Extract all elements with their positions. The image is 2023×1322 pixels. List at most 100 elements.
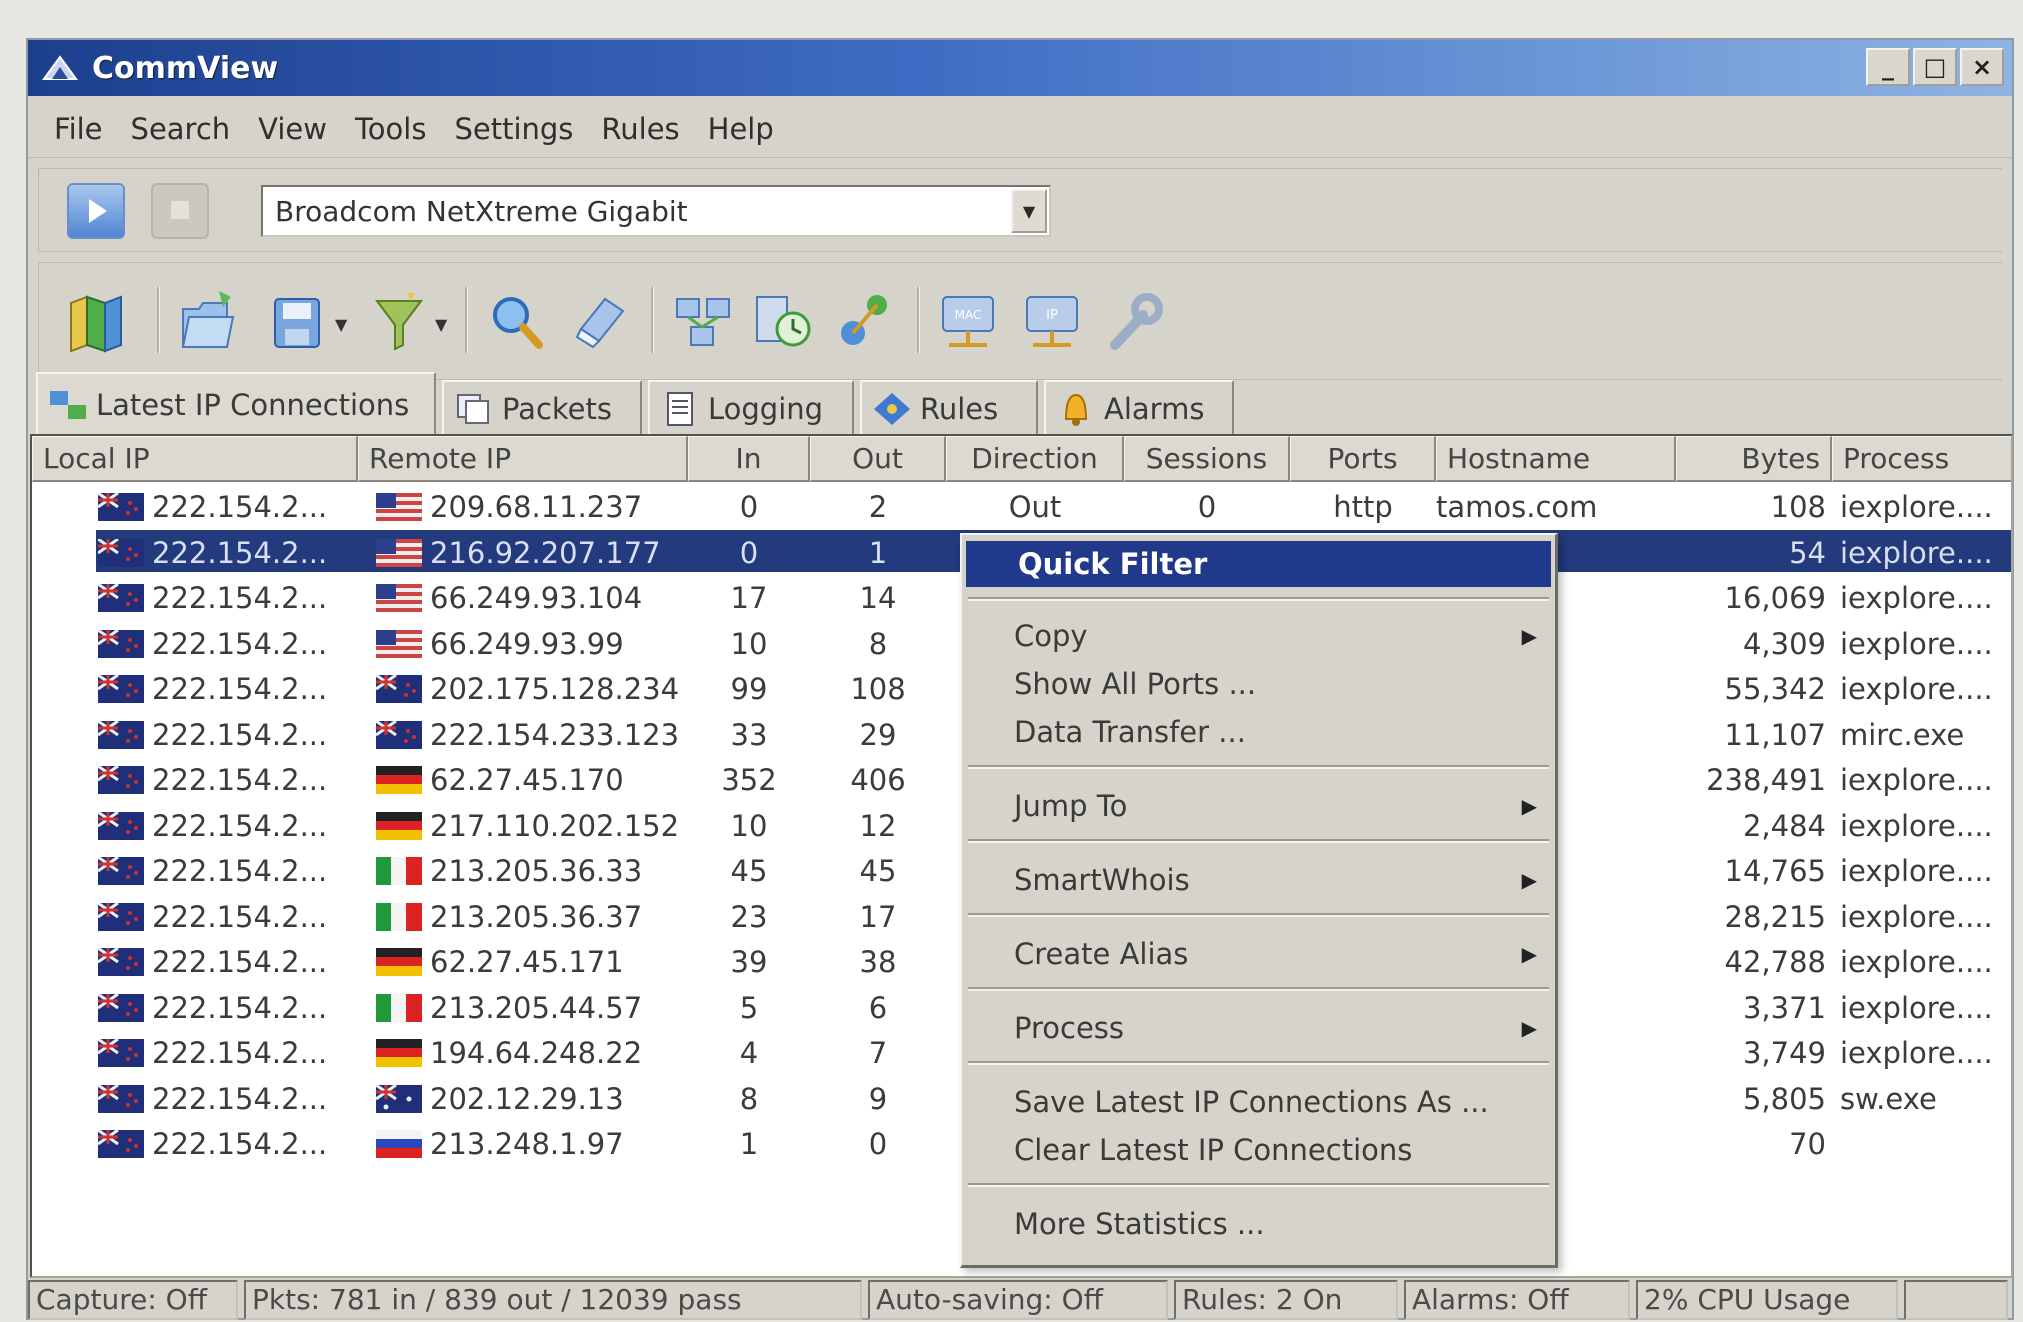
cell-local-ip: 222.154.2... <box>152 626 328 661</box>
flag-nz-icon <box>98 1130 144 1158</box>
cell-in: 23 <box>730 899 768 934</box>
eraser-icon[interactable] <box>567 285 633 357</box>
search-icon[interactable] <box>483 285 549 357</box>
cell-bytes: 5,805 <box>1742 1081 1826 1116</box>
flag-nz-icon <box>98 993 144 1022</box>
capture-toolbar: Broadcom NetXtreme Gigabit ▼ <box>38 168 2002 252</box>
title-bar[interactable]: CommView _ □ × <box>28 40 2012 96</box>
table-row[interactable]: 222.154.2... 209.68.11.237 0 2 Out 0 http tamos… <box>32 484 2011 530</box>
network-icon[interactable] <box>831 285 897 357</box>
tab-latest-ip-connections[interactable]: Latest IP Connections <box>36 372 436 436</box>
cell-local-ip: 222.154.2... <box>152 1081 328 1116</box>
menu-item-process[interactable]: Process ▶ <box>962 1005 1555 1051</box>
menu-help[interactable]: Help <box>708 112 774 146</box>
maximize-button[interactable]: □ <box>1913 48 1957 86</box>
menu-item-jump-to[interactable]: Jump To ▶ <box>962 783 1555 829</box>
menu-tools[interactable]: Tools <box>355 112 426 146</box>
cell-remote-ip: 213.205.44.57 <box>430 990 643 1025</box>
column-header-local-ip[interactable]: Local IP <box>32 436 358 482</box>
chevron-down-icon[interactable]: ▼ <box>1011 189 1047 233</box>
menu-item-more-statistics[interactable]: More Statistics ... <box>962 1201 1555 1247</box>
flag-nz-icon <box>376 675 422 703</box>
status-packets: Pkts: 781 in / 839 out / 12039 pass <box>244 1280 862 1320</box>
cell-local-ip: 222.154.2... <box>152 899 328 934</box>
cell-out: 2 <box>868 490 888 524</box>
menu-item-clear[interactable]: Clear Latest IP Connections <box>962 1127 1555 1173</box>
cell-in: 33 <box>730 717 768 752</box>
packets-icon <box>457 394 489 424</box>
minimize-button[interactable]: _ <box>1866 48 1910 86</box>
menu-item-create-alias[interactable]: Create Alias ▶ <box>962 931 1555 977</box>
column-header-in[interactable]: In <box>688 436 810 482</box>
tab-logging[interactable]: Logging <box>648 380 854 436</box>
column-header-remote-ip[interactable]: Remote IP <box>358 436 688 482</box>
map-icon[interactable] <box>63 285 129 357</box>
menu-settings[interactable]: Settings <box>454 112 573 146</box>
menu-bar: File Search View Tools Settings Rules He… <box>28 100 2012 158</box>
cell-bytes: 4,309 <box>1742 626 1826 661</box>
menu-item-save-as[interactable]: Save Latest IP Connections As ... <box>962 1079 1555 1125</box>
menu-item-data-transfer[interactable]: Data Transfer ... <box>962 709 1555 755</box>
cell-bytes: 3,749 <box>1742 1036 1826 1070</box>
cell-out: 0 <box>868 1127 888 1161</box>
ip-alias-icon[interactable]: IP <box>1019 285 1085 357</box>
menu-item-copy[interactable]: Copy ▶ <box>962 613 1555 659</box>
open-folder-icon[interactable] <box>175 285 241 357</box>
column-header-direction[interactable]: Direction <box>946 436 1124 482</box>
save-icon[interactable] <box>265 285 331 357</box>
flag-nz-icon <box>98 857 144 885</box>
flag-nz-icon <box>98 811 144 840</box>
node-map-icon[interactable] <box>671 285 737 357</box>
column-header-process[interactable]: Process <box>1832 436 2011 482</box>
tab-label: Alarms <box>1104 392 1205 426</box>
column-header-out[interactable]: Out <box>810 436 946 482</box>
stop-capture-button[interactable] <box>151 183 209 239</box>
flag-nz-icon <box>98 1084 144 1113</box>
menu-view[interactable]: View <box>258 112 327 146</box>
cell-remote-ip: 66.249.93.104 <box>430 581 643 615</box>
menu-file[interactable]: File <box>54 112 103 146</box>
menu-rules[interactable]: Rules <box>601 112 679 146</box>
column-header-bytes[interactable]: Bytes <box>1676 436 1832 482</box>
cell-process: iexplore.... <box>1840 899 1993 934</box>
status-cpu: 2% CPU Usage <box>1636 1280 1898 1320</box>
flag-nz-icon <box>98 538 144 567</box>
column-header-sessions[interactable]: Sessions <box>1124 436 1290 482</box>
start-capture-button[interactable] <box>67 183 125 239</box>
filter-icon[interactable] <box>367 285 433 357</box>
menu-search[interactable]: Search <box>131 112 231 146</box>
column-header-ports[interactable]: Ports <box>1290 436 1436 482</box>
cell-out: 108 <box>850 672 906 706</box>
logging-icon <box>667 392 693 426</box>
tab-alarms[interactable]: Alarms <box>1044 380 1234 436</box>
menu-item-smartwhois[interactable]: SmartWhois ▶ <box>962 857 1555 903</box>
tab-rules[interactable]: Rules <box>860 380 1038 436</box>
cell-out: 12 <box>859 808 897 843</box>
wrench-icon[interactable] <box>1103 285 1169 357</box>
cell-out: 29 <box>859 717 897 752</box>
cell-process <box>1840 1121 2011 1167</box>
menu-item-label: Show All Ports ... <box>1014 667 1257 701</box>
flag-it-icon <box>376 993 422 1022</box>
tab-packets[interactable]: Packets <box>442 380 642 436</box>
cell-out: 8 <box>868 626 888 661</box>
menu-item-label: Clear Latest IP Connections <box>1014 1133 1413 1167</box>
cell-bytes: 108 <box>1770 490 1826 524</box>
cell-bytes: 55,342 <box>1724 672 1826 706</box>
filter-dropdown-chevron-icon[interactable]: ▼ <box>435 315 447 334</box>
tab-label: Packets <box>502 392 612 426</box>
mac-alias-icon[interactable]: MAC <box>935 285 1001 357</box>
menu-item-quick-filter[interactable]: Quick Filter <box>966 541 1551 587</box>
save-dropdown-chevron-icon[interactable]: ▼ <box>335 315 347 334</box>
menu-item-show-all-ports[interactable]: Show All Ports ... <box>962 661 1555 707</box>
timer-icon[interactable] <box>751 285 817 357</box>
submenu-arrow-icon: ▶ <box>1521 942 1537 966</box>
cell-process: iexplore.... <box>1840 945 1993 979</box>
cell-out: 406 <box>850 763 906 797</box>
column-header-hostname[interactable]: Hostname <box>1436 436 1676 482</box>
resize-grip[interactable] <box>1904 1280 2008 1320</box>
cell-bytes: 11,107 <box>1724 717 1826 752</box>
close-button[interactable]: × <box>1960 48 2004 86</box>
adapter-select[interactable]: Broadcom NetXtreme Gigabit ▼ <box>261 185 1051 237</box>
close-icon: × <box>1971 53 1993 81</box>
